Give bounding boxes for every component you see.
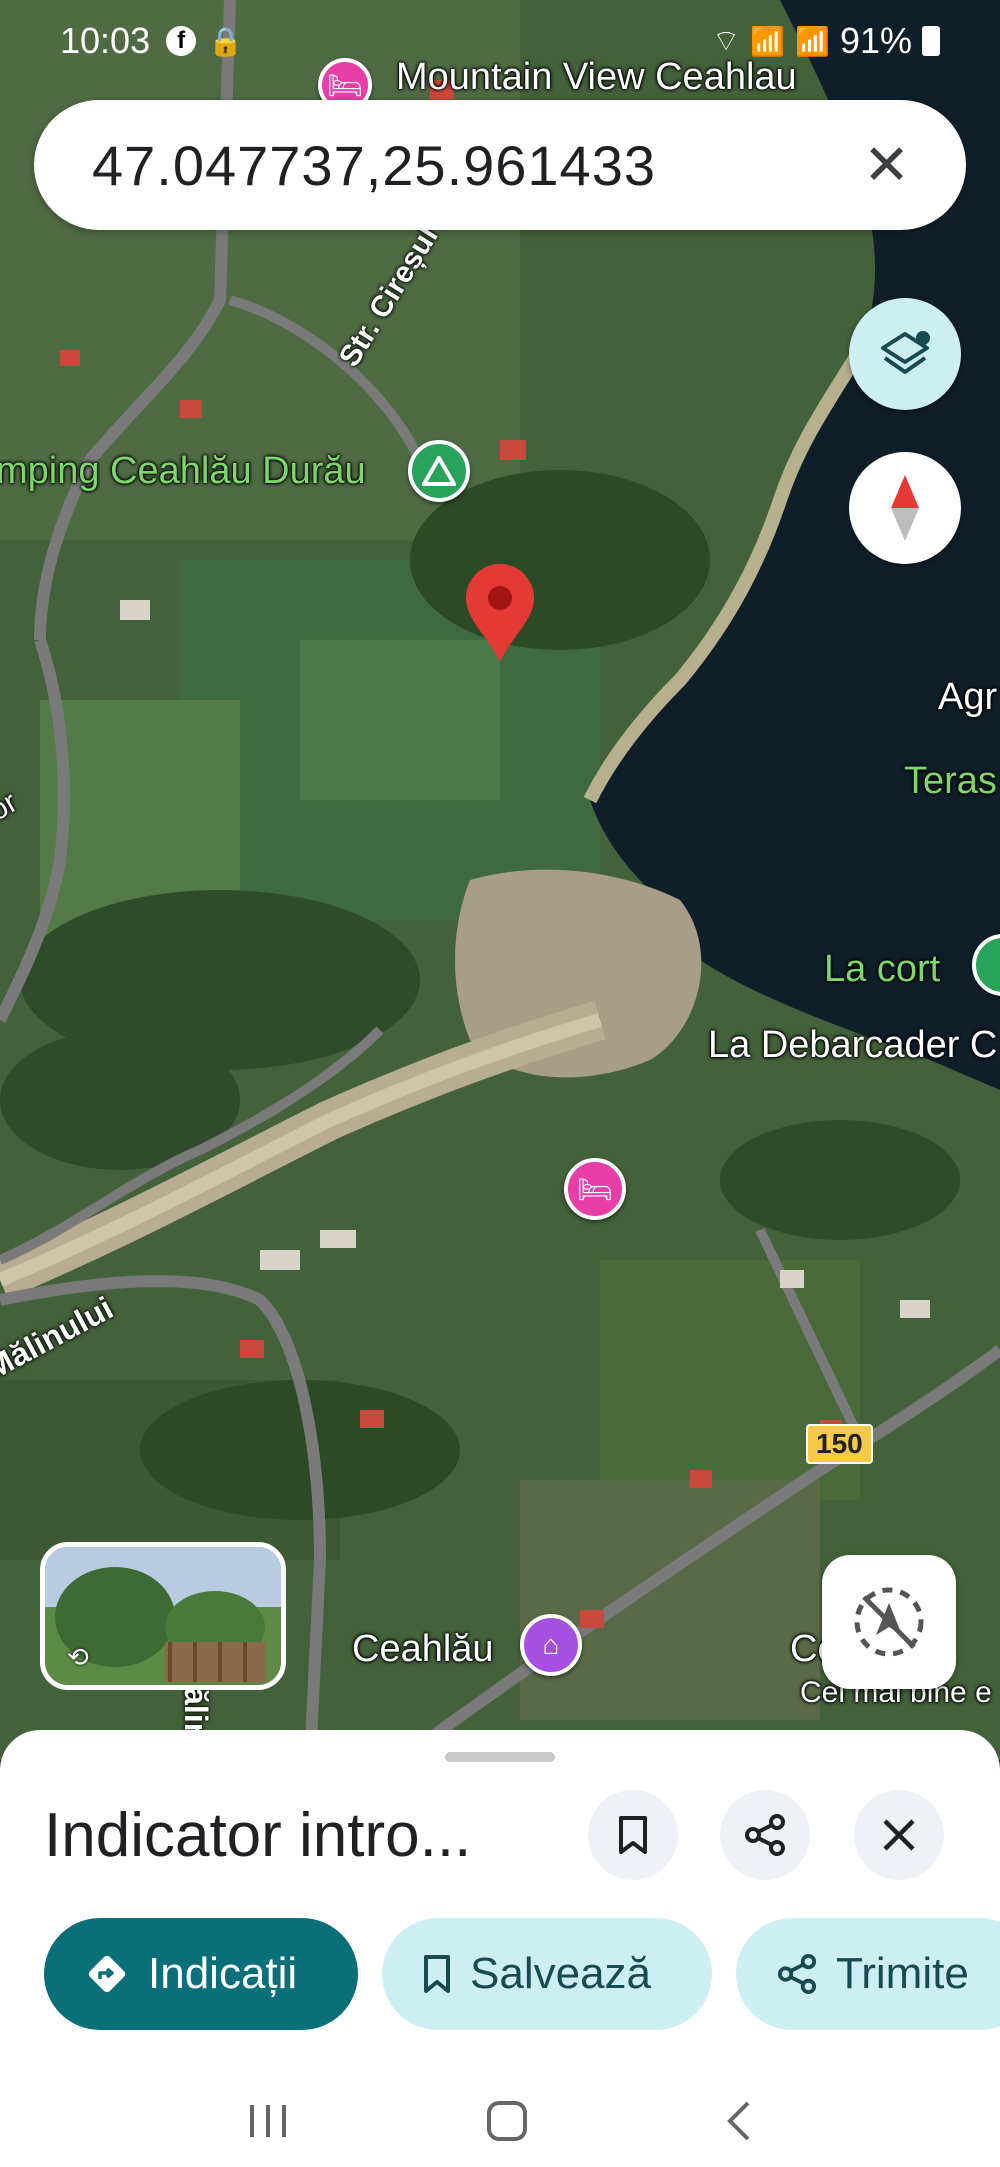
signal-sim1-icon: 📶 [750,25,786,57]
street-view-thumbnail[interactable]: ⟲ [40,1542,286,1690]
poi-label-la-cort[interactable]: La cort [824,948,940,991]
poi-label-ceahlau[interactable]: Ceahlău [352,1628,494,1671]
save-place-button[interactable] [588,1790,678,1880]
save-label: Salvează [470,1949,652,1998]
recent-apps-icon[interactable] [246,2101,290,2141]
close-icon [883,1819,915,1851]
rotate-360-icon: ⟲ [67,1642,89,1672]
share-label: Trimite [836,1949,969,1998]
search-query[interactable]: 47.047737,25.961433 [92,133,863,198]
place-title: Indicator intro... [44,1801,472,1870]
share-icon [745,1814,785,1856]
status-time: 10:03 [60,20,151,61]
layers-icon [881,331,930,374]
bookmark-icon-2 [424,1955,450,1993]
poi-label-teras[interactable]: Teras [904,760,997,803]
my-location-button[interactable] [822,1555,956,1689]
poi-label-agr[interactable]: Agr [938,676,997,719]
sheet-drag-handle[interactable] [445,1752,555,1762]
wifi-icon: ⌔ [711,25,741,58]
dropped-pin-icon[interactable] [462,562,538,666]
poi-label-la-debarcader[interactable]: La Debarcader C [708,1024,997,1067]
back-icon[interactable] [724,2099,754,2143]
map-view[interactable]: Mountain View Ceahlau 🛏 Str. Cireșul mpi… [0,0,1000,1760]
share-place-button[interactable] [720,1790,810,1880]
share-button[interactable]: Trimite [736,1918,1000,2030]
compass-icon [891,475,919,541]
clear-search-close-icon[interactable]: ✕ [863,132,910,198]
battery-level: 91% [839,20,912,61]
bookmark-icon [619,1816,647,1854]
signal-sim2-icon: 📶 [795,25,830,57]
hotel-pin-icon-2[interactable]: 🛏 [564,1158,626,1220]
route-number-badge: 150 [806,1424,873,1464]
directions-label: Indicații [148,1949,298,1998]
home-icon[interactable] [483,2097,531,2145]
lock-icon: 🔒 [208,25,243,57]
directions-icon [88,1955,126,1993]
place-bottom-sheet[interactable]: Indicator intro... Indicații Salvează Tr… [0,1730,1000,2167]
layers-button[interactable] [849,298,961,410]
compass-button[interactable] [849,452,961,564]
directions-button[interactable]: Indicații [44,1918,358,2030]
status-bar: 10:03 f 🔒 ⌔ 📶 📶 91% [0,0,1000,82]
battery-icon [922,26,940,56]
landmark-pin-icon[interactable]: ⌂ [520,1614,582,1676]
camping-pin-icon[interactable] [408,440,470,502]
save-button[interactable]: Salvează [382,1918,712,2030]
share-icon-2 [777,1953,817,1995]
system-navigation-bar [0,2075,1000,2167]
search-bar[interactable]: 47.047737,25.961433 ✕ [34,100,966,230]
poi-label-camping[interactable]: mping Ceahlău Durău [0,450,366,493]
facebook-icon: f [166,26,197,56]
location-disabled-icon [854,1587,924,1657]
satellite-imagery [0,0,1000,1760]
close-sheet-button[interactable] [854,1790,944,1880]
